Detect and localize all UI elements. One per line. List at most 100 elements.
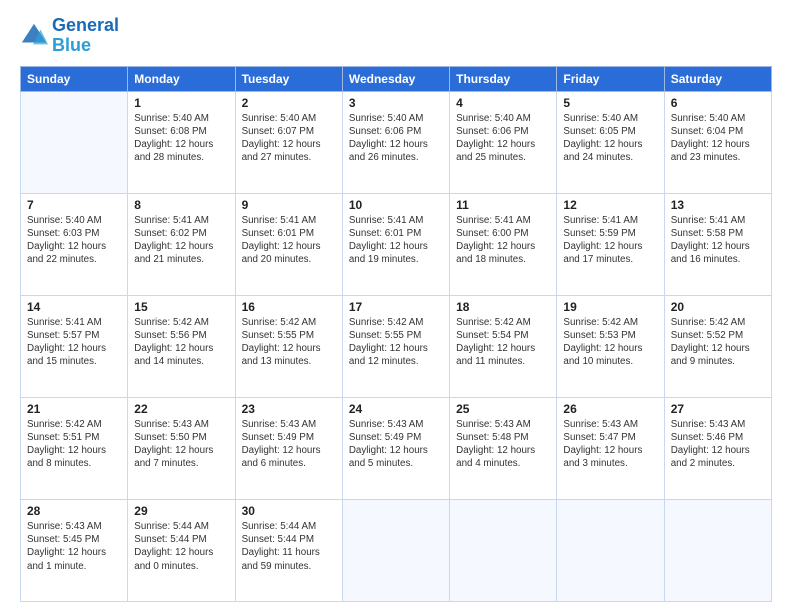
day-number: 1: [134, 96, 228, 110]
day-cell: [450, 499, 557, 601]
day-detail: Sunrise: 5:40 AM Sunset: 6:08 PM Dayligh…: [134, 112, 228, 165]
day-detail: Sunrise: 5:41 AM Sunset: 6:02 PM Dayligh…: [134, 214, 228, 267]
page: General Blue SundayMondayTuesdayWednesda…: [0, 0, 792, 612]
day-cell: 2 Sunrise: 5:40 AM Sunset: 6:07 PM Daylig…: [235, 91, 342, 193]
day-number: 9: [242, 198, 336, 212]
day-detail: Sunrise: 5:40 AM Sunset: 6:04 PM Dayligh…: [671, 112, 765, 165]
day-number: 10: [349, 198, 443, 212]
day-number: 8: [134, 198, 228, 212]
day-number: 4: [456, 96, 550, 110]
header-cell-monday: Monday: [128, 66, 235, 91]
day-detail: Sunrise: 5:43 AM Sunset: 5:45 PM Dayligh…: [27, 520, 121, 573]
day-detail: Sunrise: 5:43 AM Sunset: 5:46 PM Dayligh…: [671, 418, 765, 471]
day-number: 12: [563, 198, 657, 212]
day-number: 6: [671, 96, 765, 110]
day-detail: Sunrise: 5:40 AM Sunset: 6:05 PM Dayligh…: [563, 112, 657, 165]
day-cell: [557, 499, 664, 601]
day-cell: 7Sunrise: 5:40 AM Sunset: 6:03 PM Daylig…: [21, 193, 128, 295]
day-cell: 26 Sunrise: 5:43 AM Sunset: 5:47 PM Dayli…: [557, 397, 664, 499]
day-detail: Sunrise: 5:41 AM Sunset: 6:01 PM Dayligh…: [242, 214, 336, 267]
day-number: 11: [456, 198, 550, 212]
day-detail: Sunrise: 5:42 AM Sunset: 5:52 PM Dayligh…: [671, 316, 765, 369]
day-number: 27: [671, 402, 765, 416]
day-detail: Sunrise: 5:42 AM Sunset: 5:54 PM Dayligh…: [456, 316, 550, 369]
day-number: 24: [349, 402, 443, 416]
day-cell: 20 Sunrise: 5:42 AM Sunset: 5:52 PM Dayli…: [664, 295, 771, 397]
day-number: 28: [27, 504, 121, 518]
day-cell: 6 Sunrise: 5:40 AM Sunset: 6:04 PM Daylig…: [664, 91, 771, 193]
logo-text-line2: Blue: [52, 36, 119, 56]
logo-icon: [20, 22, 48, 50]
week-row-1: 1 Sunrise: 5:40 AM Sunset: 6:08 PM Daylig…: [21, 91, 772, 193]
day-number: 26: [563, 402, 657, 416]
day-cell: 10Sunrise: 5:41 AM Sunset: 6:01 PM Dayli…: [342, 193, 449, 295]
week-row-5: 28 Sunrise: 5:43 AM Sunset: 5:45 PM Dayli…: [21, 499, 772, 601]
day-detail: Sunrise: 5:40 AM Sunset: 6:06 PM Dayligh…: [456, 112, 550, 165]
header-cell-sunday: Sunday: [21, 66, 128, 91]
day-number: 22: [134, 402, 228, 416]
day-detail: Sunrise: 5:42 AM Sunset: 5:56 PM Dayligh…: [134, 316, 228, 369]
day-detail: Sunrise: 5:43 AM Sunset: 5:47 PM Dayligh…: [563, 418, 657, 471]
day-number: 16: [242, 300, 336, 314]
day-detail: Sunrise: 5:40 AM Sunset: 6:06 PM Dayligh…: [349, 112, 443, 165]
day-number: 3: [349, 96, 443, 110]
day-cell: 28 Sunrise: 5:43 AM Sunset: 5:45 PM Dayli…: [21, 499, 128, 601]
day-cell: 30 Sunrise: 5:44 AM Sunset: 5:44 PM Dayli…: [235, 499, 342, 601]
week-row-3: 14 Sunrise: 5:41 AM Sunset: 5:57 PM Dayli…: [21, 295, 772, 397]
day-number: 19: [563, 300, 657, 314]
day-detail: Sunrise: 5:44 AM Sunset: 5:44 PM Dayligh…: [242, 520, 336, 573]
day-detail: Sunrise: 5:41 AM Sunset: 6:00 PM Dayligh…: [456, 214, 550, 267]
header: General Blue: [20, 16, 772, 56]
day-cell: 1 Sunrise: 5:40 AM Sunset: 6:08 PM Daylig…: [128, 91, 235, 193]
day-detail: Sunrise: 5:42 AM Sunset: 5:51 PM Dayligh…: [27, 418, 121, 471]
day-cell: 5 Sunrise: 5:40 AM Sunset: 6:05 PM Daylig…: [557, 91, 664, 193]
day-cell: 3 Sunrise: 5:40 AM Sunset: 6:06 PM Daylig…: [342, 91, 449, 193]
day-number: 21: [27, 402, 121, 416]
day-number: 14: [27, 300, 121, 314]
logo-text-line1: General: [52, 16, 119, 36]
day-number: 13: [671, 198, 765, 212]
day-detail: Sunrise: 5:43 AM Sunset: 5:50 PM Dayligh…: [134, 418, 228, 471]
day-cell: 9 Sunrise: 5:41 AM Sunset: 6:01 PM Daylig…: [235, 193, 342, 295]
header-cell-tuesday: Tuesday: [235, 66, 342, 91]
week-row-4: 21 Sunrise: 5:42 AM Sunset: 5:51 PM Dayli…: [21, 397, 772, 499]
day-detail: Sunrise: 5:41 AM Sunset: 5:58 PM Dayligh…: [671, 214, 765, 267]
day-cell: [342, 499, 449, 601]
header-row: SundayMondayTuesdayWednesdayThursdayFrid…: [21, 66, 772, 91]
day-cell: 21 Sunrise: 5:42 AM Sunset: 5:51 PM Dayli…: [21, 397, 128, 499]
day-number: 18: [456, 300, 550, 314]
header-cell-thursday: Thursday: [450, 66, 557, 91]
day-cell: 11 Sunrise: 5:41 AM Sunset: 6:00 PM Dayli…: [450, 193, 557, 295]
day-number: 5: [563, 96, 657, 110]
logo: General Blue: [20, 16, 119, 56]
day-number: 23: [242, 402, 336, 416]
day-cell: 25Sunrise: 5:43 AM Sunset: 5:48 PM Dayli…: [450, 397, 557, 499]
day-cell: [21, 91, 128, 193]
day-detail: Sunrise: 5:41 AM Sunset: 5:59 PM Dayligh…: [563, 214, 657, 267]
day-cell: 18 Sunrise: 5:42 AM Sunset: 5:54 PM Dayli…: [450, 295, 557, 397]
day-number: 29: [134, 504, 228, 518]
day-detail: Sunrise: 5:41 AM Sunset: 5:57 PM Dayligh…: [27, 316, 121, 369]
day-cell: 27 Sunrise: 5:43 AM Sunset: 5:46 PM Dayli…: [664, 397, 771, 499]
header-cell-saturday: Saturday: [664, 66, 771, 91]
day-detail: Sunrise: 5:43 AM Sunset: 5:49 PM Dayligh…: [242, 418, 336, 471]
day-number: 30: [242, 504, 336, 518]
calendar-body: 1 Sunrise: 5:40 AM Sunset: 6:08 PM Daylig…: [21, 91, 772, 601]
day-number: 7: [27, 198, 121, 212]
day-cell: 15Sunrise: 5:42 AM Sunset: 5:56 PM Dayli…: [128, 295, 235, 397]
calendar-header: SundayMondayTuesdayWednesdayThursdayFrid…: [21, 66, 772, 91]
day-detail: Sunrise: 5:42 AM Sunset: 5:53 PM Dayligh…: [563, 316, 657, 369]
day-cell: 23 Sunrise: 5:43 AM Sunset: 5:49 PM Dayli…: [235, 397, 342, 499]
day-number: 2: [242, 96, 336, 110]
day-cell: 19 Sunrise: 5:42 AM Sunset: 5:53 PM Dayli…: [557, 295, 664, 397]
header-cell-friday: Friday: [557, 66, 664, 91]
calendar-table: SundayMondayTuesdayWednesdayThursdayFrid…: [20, 66, 772, 602]
day-detail: Sunrise: 5:42 AM Sunset: 5:55 PM Dayligh…: [242, 316, 336, 369]
day-number: 17: [349, 300, 443, 314]
day-cell: 17Sunrise: 5:42 AM Sunset: 5:55 PM Dayli…: [342, 295, 449, 397]
day-number: 25: [456, 402, 550, 416]
day-number: 20: [671, 300, 765, 314]
day-cell: 12 Sunrise: 5:41 AM Sunset: 5:59 PM Dayli…: [557, 193, 664, 295]
day-cell: 4 Sunrise: 5:40 AM Sunset: 6:06 PM Daylig…: [450, 91, 557, 193]
day-detail: Sunrise: 5:40 AM Sunset: 6:07 PM Dayligh…: [242, 112, 336, 165]
